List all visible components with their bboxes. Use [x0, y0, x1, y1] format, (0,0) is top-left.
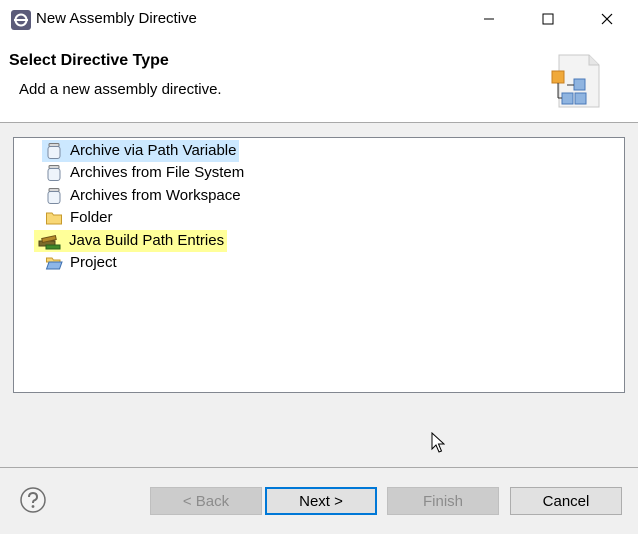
jar-icon: [47, 188, 61, 204]
back-button[interactable]: < Back: [150, 487, 262, 515]
list-item[interactable]: Java Build Path Entries: [34, 230, 228, 252]
directive-type-list[interactable]: Archive via Path Variable Archives from …: [13, 137, 625, 393]
eclipse-app-icon: [11, 10, 31, 30]
list-item-label: Project: [70, 254, 117, 271]
maximize-button[interactable]: [519, 0, 577, 38]
cancel-button[interactable]: Cancel: [510, 487, 622, 515]
folder-icon: [46, 212, 62, 225]
assembly-wizard-icon: [551, 54, 600, 108]
maximize-icon: [542, 13, 554, 25]
page-description: Add a new assembly directive.: [19, 81, 222, 98]
footer-separator: [0, 467, 638, 468]
list-item[interactable]: Project: [42, 252, 120, 274]
list-item[interactable]: Archives from File System: [42, 162, 247, 184]
jar-icon: [47, 143, 61, 159]
help-icon[interactable]: [19, 486, 47, 514]
minimize-button[interactable]: [460, 0, 518, 38]
list-item-label: Archives from File System: [70, 164, 245, 181]
finish-button[interactable]: Finish: [387, 487, 499, 515]
page-title: Select Directive Type: [9, 52, 169, 69]
library-icon: [38, 234, 61, 250]
wizard-header: Select Directive Type Add a new assembly…: [0, 38, 638, 123]
close-icon: [601, 13, 613, 25]
jar-icon: [47, 165, 61, 181]
list-item-label: Java Build Path Entries: [69, 232, 225, 249]
list-item[interactable]: Archive via Path Variable: [42, 140, 240, 162]
open-folder-icon: [45, 257, 63, 270]
close-button[interactable]: [578, 0, 636, 38]
title-bar: New Assembly Directive: [0, 0, 638, 38]
list-item-label: Folder: [70, 209, 113, 226]
mouse-pointer-icon: [431, 432, 445, 453]
list-item[interactable]: Archives from Workspace: [42, 185, 244, 207]
list-item-label: Archives from Workspace: [70, 187, 241, 204]
minimize-icon: [484, 18, 494, 20]
list-item-label: Archive via Path Variable: [70, 142, 237, 159]
list-item[interactable]: Folder: [42, 207, 116, 229]
window-title: New Assembly Directive: [36, 10, 197, 27]
next-button[interactable]: Next >: [265, 487, 377, 515]
